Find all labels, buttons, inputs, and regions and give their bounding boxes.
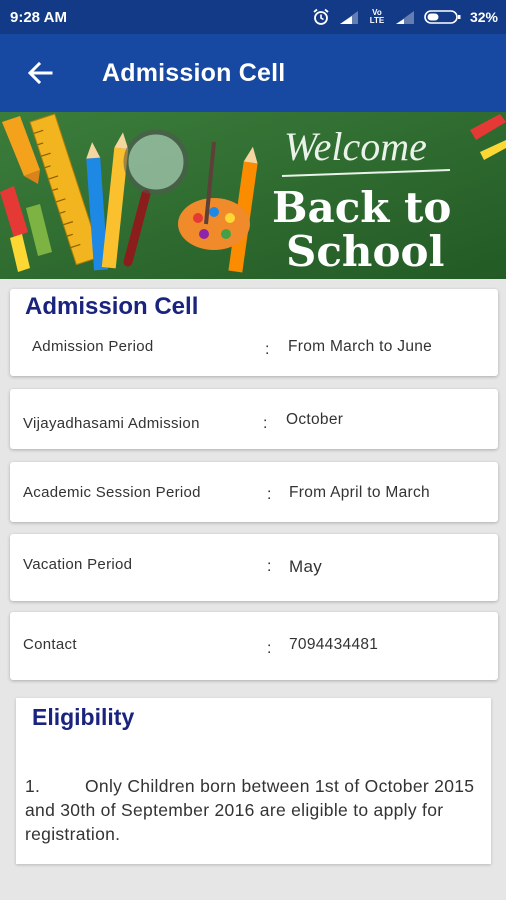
row-separator: : (267, 640, 272, 657)
banner-welcome: Welcome (284, 124, 427, 169)
status-icons: Vo LTE 32% (312, 8, 498, 26)
signal-icon (338, 9, 360, 25)
academic-session-value: From April to March (289, 484, 430, 501)
vijayadhasami-label: Vijayadhasami Admission (23, 415, 200, 432)
academic-session-card: Academic Session Period : From April to … (10, 462, 498, 522)
academic-session-label: Academic Session Period (23, 484, 201, 501)
eligibility-card: Eligibility 1. Only Children born between… (16, 698, 491, 864)
admission-period-value: From March to June (288, 338, 433, 355)
admission-period-label: Admission Period (32, 338, 154, 355)
eligibility-item-text: Only Children born between 1st of Octobe… (25, 776, 475, 844)
back-button[interactable] (0, 34, 80, 112)
banner-line2: School (286, 227, 444, 276)
battery-percent: 32% (469, 9, 498, 25)
alarm-icon (312, 8, 330, 26)
vacation-label: Vacation Period (23, 556, 133, 573)
battery-icon (424, 9, 462, 25)
status-bar: 9:28 AM Vo LTE 32% (0, 0, 506, 34)
app-bar: Admission Cell (0, 34, 506, 112)
vacation-value: May (289, 557, 323, 576)
eligibility-item: 1. Only Children born between 1st of Octo… (25, 774, 485, 846)
page-title: Admission Cell (102, 58, 286, 87)
admission-period-card: Admission Cell Admission Period : From M… (10, 289, 498, 376)
row-separator: : (263, 415, 268, 432)
signal-icon-2 (394, 9, 416, 25)
volte-icon: Vo LTE (369, 8, 385, 25)
row-separator: : (267, 486, 272, 503)
eligibility-item-number: 1. (25, 776, 41, 796)
row-separator: : (267, 558, 272, 575)
contact-value[interactable]: 7094434481 (289, 636, 378, 654)
contact-label: Contact (23, 636, 77, 653)
vijayadhasami-card: Vijayadhasami Admission : October (10, 389, 498, 449)
row-separator: : (265, 341, 270, 358)
eligibility-title: Eligibility (32, 704, 135, 730)
vijayadhasami-value: October (286, 411, 344, 428)
vacation-card: Vacation Period : May (10, 534, 498, 601)
contact-card[interactable]: Contact : 7094434481 (10, 612, 498, 680)
back-arrow-icon (27, 61, 53, 85)
admission-heading: Admission Cell (25, 293, 199, 320)
status-time: 9:28 AM (10, 8, 67, 26)
welcome-banner: Welcome Back to School (0, 112, 506, 279)
banner-line1: Back to (272, 183, 451, 232)
